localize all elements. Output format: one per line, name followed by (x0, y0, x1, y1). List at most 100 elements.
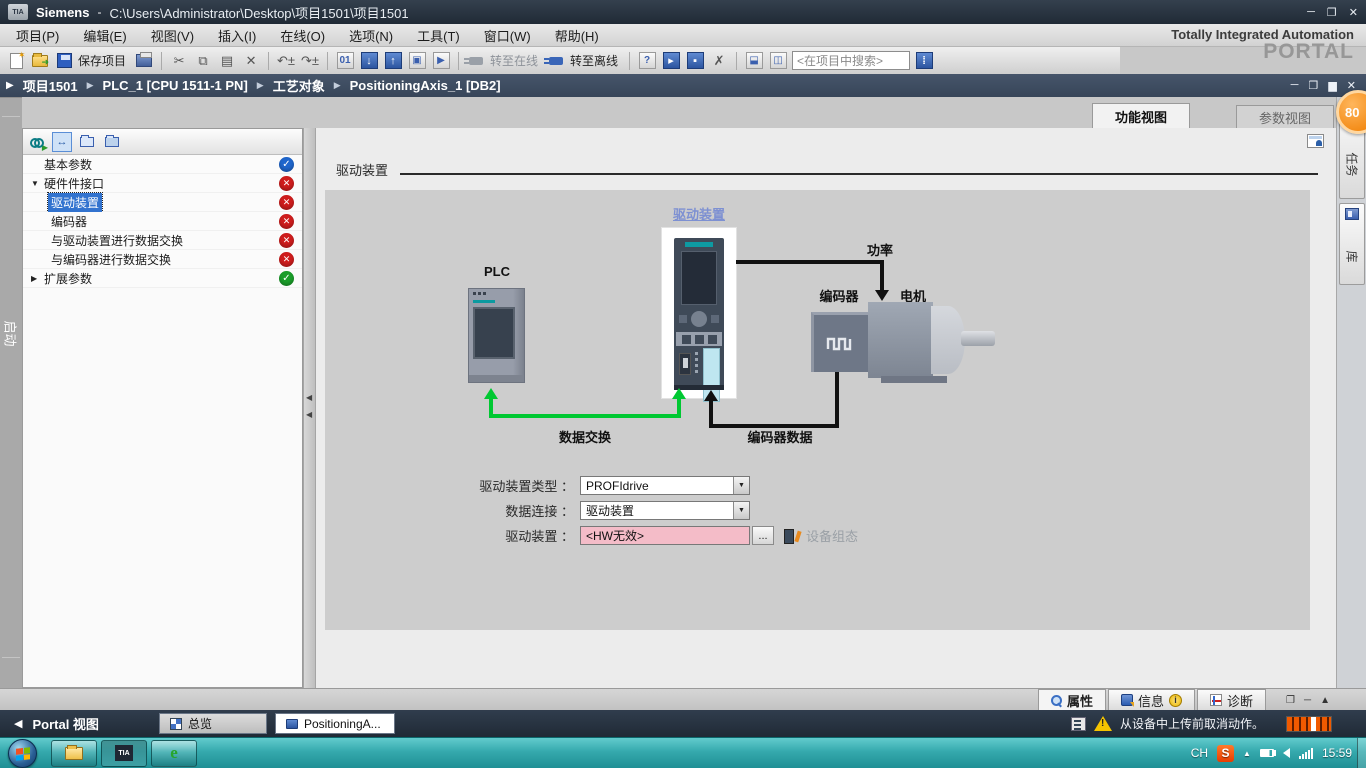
expand-all-icon[interactable] (77, 132, 97, 152)
go-online-button[interactable]: 转至在线 (490, 52, 538, 69)
dropdown-arrow-icon[interactable]: ▼ (733, 477, 749, 494)
go-offline-icon[interactable] (546, 51, 566, 71)
portal-view-button[interactable]: Portal 视图 (32, 714, 98, 733)
search-settings-icon[interactable]: ⁞ (914, 51, 934, 71)
editor-restore-icon[interactable]: ❐ (1308, 79, 1318, 92)
tree-item-hardware-interface[interactable]: ▼ 硬件件接口 (23, 174, 302, 193)
tree-item-encoder-data-exchange[interactable]: 与编码器进行数据交换 (23, 250, 302, 269)
save-project-icon[interactable] (54, 51, 74, 71)
library-rail-tab[interactable]: 库 (1339, 203, 1365, 285)
portal-back-icon[interactable]: ◀ (14, 717, 22, 730)
redo-icon[interactable]: ↷± (300, 51, 320, 71)
sogou-input-icon[interactable]: S (1217, 745, 1234, 762)
hardware-detect-icon[interactable]: ? (637, 51, 657, 71)
tree-item-drive-data-exchange[interactable]: 与驱动装置进行数据交换 (23, 231, 302, 250)
data-connection-select[interactable]: 驱动装置 ▼ (580, 501, 750, 520)
project-search-input[interactable] (792, 51, 910, 70)
tab-info[interactable]: 信息 i (1108, 689, 1195, 710)
show-desktop-button[interactable] (1357, 738, 1366, 768)
tab-function-view[interactable]: 功能视图 (1092, 103, 1190, 128)
tab-parameter-view[interactable]: 参数视图 (1236, 105, 1334, 128)
new-project-icon[interactable]: ✶ (6, 51, 26, 71)
user-view-icon[interactable] (1307, 134, 1324, 148)
menu-options[interactable]: 选项(N) (337, 26, 405, 45)
cut-icon[interactable]: ✂ (169, 51, 189, 71)
editor-maximize-icon[interactable]: ▆ (1328, 79, 1336, 92)
tia-taskbar-button[interactable]: TIA (101, 740, 147, 767)
tree-item-encoder[interactable]: 编码器 (23, 212, 302, 231)
clock[interactable]: 15:59 (1322, 746, 1352, 760)
browser-taskbar-button[interactable]: e (151, 740, 197, 767)
device-configuration-link[interactable]: 设备组态 (806, 526, 858, 545)
show-all-parameters-icon[interactable]: ▶ (27, 132, 47, 152)
explorer-taskbar-button[interactable] (51, 740, 97, 767)
stop-simulation-icon[interactable]: ▪ (685, 51, 705, 71)
split-vertical-icon[interactable]: ◫ (768, 51, 788, 71)
menu-help[interactable]: 帮助(H) (543, 26, 611, 45)
start-runtime-icon[interactable]: ▶ (431, 51, 451, 71)
copy-icon[interactable]: ⧉ (193, 51, 213, 71)
breadcrumb-project[interactable]: 项目1501 (23, 76, 78, 95)
auto-sync-view-icon[interactable]: ↔ (52, 132, 72, 152)
tab-diagnostics[interactable]: 诊断 (1197, 689, 1266, 710)
overview-task-button[interactable]: 总览 (159, 713, 267, 734)
undo-icon[interactable]: ↶± (276, 51, 296, 71)
start-simulation-icon[interactable]: ▸ (661, 51, 681, 71)
menu-project[interactable]: 项目(P) (4, 26, 71, 45)
tasks-rail-tab[interactable]: 任务 80 (1339, 103, 1365, 199)
drive-type-select[interactable]: PROFIdrive ▼ (580, 476, 750, 495)
browse-button[interactable]: ... (752, 526, 774, 545)
tab-properties[interactable]: 属性 (1038, 689, 1106, 710)
tree-item-basic-params[interactable]: 基本参数 (23, 155, 302, 174)
go-offline-button[interactable]: 转至离线 (570, 52, 618, 69)
delete-icon[interactable]: ✕ (241, 51, 261, 71)
inspector-restore-icon[interactable]: ❐ (1286, 695, 1295, 706)
menu-window[interactable]: 窗口(W) (472, 26, 543, 45)
input-language-indicator[interactable]: CH (1191, 746, 1208, 760)
start-rail[interactable]: 启动 (0, 97, 22, 688)
panel-splitter[interactable]: ◀ ◀ (303, 128, 316, 688)
drive-type-label: 驱动装置类型 ： (405, 476, 580, 495)
close-icon[interactable]: ✕ (1349, 6, 1358, 19)
positioning-axis-task-button[interactable]: PositioningA... (275, 713, 395, 734)
editor-minimize-icon[interactable]: ─ (1291, 79, 1299, 92)
tree-item-extended-params[interactable]: ▶ 扩展参数 (23, 269, 302, 288)
print-icon[interactable] (134, 51, 154, 71)
menu-tools[interactable]: 工具(T) (405, 26, 472, 45)
start-button[interactable] (8, 739, 37, 768)
cross-reference-icon[interactable]: ✗ (709, 51, 729, 71)
collapse-expander-icon[interactable]: ▼ (31, 179, 41, 188)
inspector-minimize-icon[interactable]: ─ (1304, 695, 1311, 706)
tray-expand-icon[interactable]: ▲ (1243, 749, 1251, 758)
breadcrumb-tech-objects[interactable]: 工艺对象 (273, 76, 325, 95)
drive-field[interactable]: <HW无效> (580, 526, 750, 545)
tree-item-drive[interactable]: 驱动装置 (23, 193, 302, 212)
download-to-device-icon[interactable]: ↓ (359, 51, 379, 71)
dropdown-arrow-icon[interactable]: ▼ (733, 502, 749, 519)
inspector-collapse-icon[interactable]: ▲ (1320, 695, 1330, 706)
upload-from-device-icon[interactable]: ↑ (383, 51, 403, 71)
collapse-all-icon[interactable] (102, 132, 122, 152)
expand-expander-icon[interactable]: ▶ (31, 274, 41, 283)
menu-online[interactable]: 在线(O) (268, 26, 337, 45)
menu-insert[interactable]: 插入(I) (206, 26, 268, 45)
compile-icon[interactable]: 01 (335, 51, 355, 71)
maximize-icon[interactable]: ❐ (1327, 6, 1337, 19)
menu-view[interactable]: 视图(V) (139, 26, 206, 45)
collapse-left-icon[interactable]: ◀ (306, 393, 312, 402)
accessible-devices-icon[interactable]: ▣ (407, 51, 427, 71)
volume-icon[interactable] (1283, 748, 1290, 758)
network-signal-icon[interactable] (1299, 748, 1313, 759)
drive-link[interactable]: 驱动装置 (662, 204, 736, 223)
breadcrumb-positioning-axis[interactable]: PositioningAxis_1 [DB2] (350, 78, 501, 93)
open-project-icon[interactable]: ➜ (30, 51, 50, 71)
menu-edit[interactable]: 编辑(E) (71, 26, 138, 45)
breadcrumb-plc[interactable]: PLC_1 [CPU 1511-1 PN] (103, 78, 248, 93)
go-online-icon[interactable] (466, 51, 486, 71)
minimize-icon[interactable]: ─ (1307, 6, 1315, 19)
save-project-button[interactable]: 保存项目 (78, 52, 126, 69)
collapse-left-icon[interactable]: ◀ (306, 410, 312, 419)
nav-expand-icon[interactable]: ▶ (6, 80, 14, 91)
split-horizontal-icon[interactable]: ⬓ (744, 51, 764, 71)
paste-icon[interactable]: ▤ (217, 51, 237, 71)
